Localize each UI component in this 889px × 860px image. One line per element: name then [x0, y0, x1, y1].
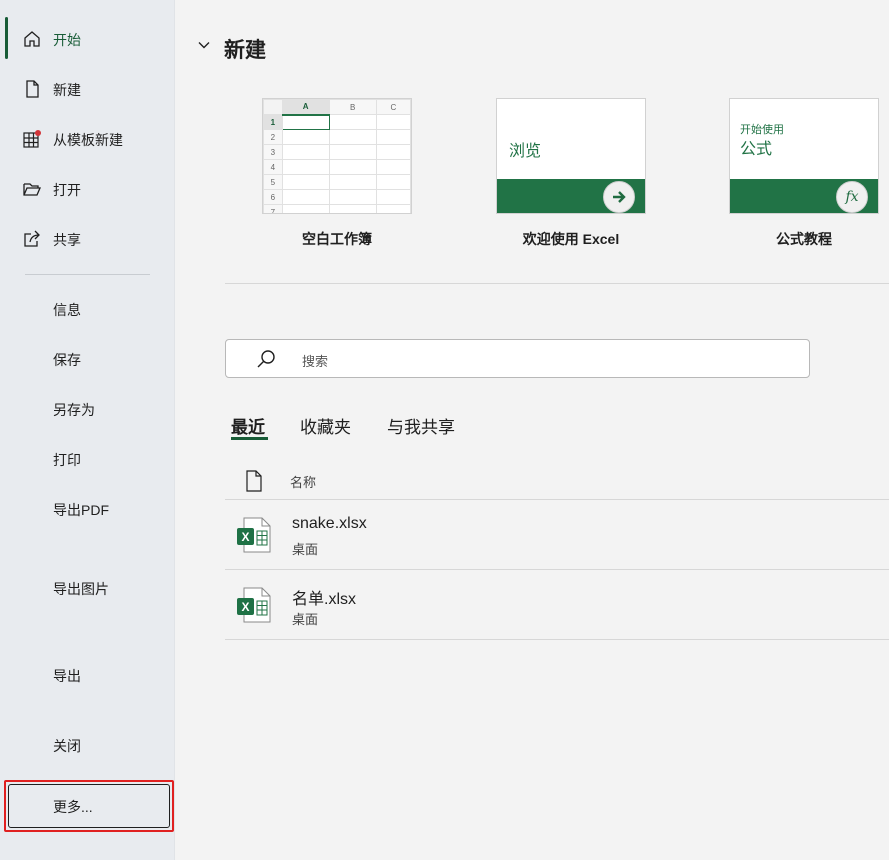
search-input[interactable]: 搜索	[225, 339, 810, 378]
share-icon	[24, 230, 40, 247]
arrow-right-icon	[603, 181, 635, 213]
sidebar-item-label: 更多...	[53, 799, 93, 815]
grid-preview: A B C 1 2 3 4 5 6 7	[263, 99, 411, 213]
sidebar-item-export[interactable]: 导出	[6, 653, 174, 695]
sidebar-item-more[interactable]: 更多...	[4, 780, 174, 832]
home-icon	[24, 31, 40, 47]
sidebar-item-label: 保存	[53, 352, 81, 368]
sidebar-item-export-image[interactable]: 导出图片	[6, 566, 174, 608]
fx-badge-text: fx	[845, 189, 859, 205]
row-header: 3	[263, 144, 283, 160]
backstage-sidebar: 开始 新建 从模板新建 打开 共享 信息 保存 另存为 打印 导出PDF 导出图…	[0, 0, 175, 860]
sidebar-item-info[interactable]: 信息	[6, 287, 174, 329]
sidebar-item-export-pdf[interactable]: 导出PDF	[6, 487, 174, 529]
thumbnail-text: 公式	[740, 141, 773, 158]
tab-recent[interactable]: 最近	[231, 413, 265, 438]
row-header: 5	[263, 174, 283, 190]
file-location: 桌面	[292, 542, 319, 557]
section-divider	[225, 283, 889, 284]
column-header: A	[281, 99, 330, 116]
sidebar-item-label: 从模板新建	[53, 132, 123, 148]
folder-open-icon	[23, 183, 41, 196]
sidebar-item-open[interactable]: 打开	[6, 167, 174, 209]
sidebar-item-label: 新建	[53, 82, 81, 98]
sidebar-item-label: 打开	[53, 182, 81, 198]
row-header: 6	[263, 189, 283, 205]
sidebar-item-print[interactable]: 打印	[6, 437, 174, 479]
file-icon	[246, 470, 262, 492]
sidebar-item-label: 另存为	[53, 402, 95, 418]
sidebar-item-save-as[interactable]: 另存为	[6, 387, 174, 429]
template-name: 欢迎使用 Excel	[522, 231, 620, 247]
new-document-icon	[26, 80, 39, 98]
backstage-main: 新建 A B C 1 2 3 4 5 6 7 空白工作簿 浏览 欢迎使用 Exc…	[175, 0, 889, 860]
template-name: 空白工作簿	[302, 231, 372, 247]
template-blank-workbook[interactable]: A B C 1 2 3 4 5 6 7 空白工作簿	[262, 98, 414, 247]
row-header: 7	[263, 204, 283, 213]
template-formula-tutorial[interactable]: 开始使用 公式 fx 公式教程	[729, 98, 881, 247]
column-header: B	[328, 99, 377, 115]
svg-text:X: X	[241, 600, 249, 614]
sidebar-item-save[interactable]: 保存	[6, 337, 174, 379]
svg-text:X: X	[241, 530, 249, 544]
row-header: 1	[263, 114, 283, 130]
file-list-header: 名称	[225, 463, 889, 500]
row-header: 2	[263, 129, 283, 145]
template-name: 公式教程	[776, 231, 832, 247]
sidebar-item-label: 打印	[53, 452, 81, 468]
sidebar-item-label: 导出	[53, 668, 81, 684]
sidebar-item-label: 导出图片	[53, 581, 109, 597]
row-header: 4	[263, 159, 283, 175]
excel-file-icon: X	[237, 587, 271, 623]
sidebar-divider	[25, 274, 150, 275]
sidebar-item-label: 信息	[53, 302, 81, 318]
sidebar-item-home[interactable]: 开始	[6, 17, 174, 59]
sidebar-item-label: 开始	[53, 32, 81, 48]
sidebar-item-new-from-template[interactable]: 从模板新建	[6, 117, 174, 159]
file-location: 桌面	[292, 612, 319, 627]
fx-icon: fx	[836, 181, 868, 213]
sidebar-item-label: 共享	[53, 232, 81, 248]
template-thumbnail: 开始使用 公式 fx	[729, 98, 879, 214]
sidebar-item-label: 关闭	[53, 738, 81, 754]
sidebar-item-share[interactable]: 共享	[6, 217, 174, 259]
tab-shared-with-me[interactable]: 与我共享	[387, 413, 455, 438]
chevron-down-icon[interactable]	[197, 38, 211, 52]
thumbnail-text: 浏览	[509, 143, 542, 160]
column-name-header[interactable]: 名称	[290, 472, 316, 491]
template-welcome-excel[interactable]: 浏览 欢迎使用 Excel	[496, 98, 648, 247]
sidebar-item-label: 导出PDF	[53, 502, 109, 518]
file-row[interactable]: X snake.xlsx 桌面	[225, 500, 889, 570]
sidebar-item-new[interactable]: 新建	[6, 67, 174, 109]
template-thumbnail: 浏览	[496, 98, 646, 214]
file-row[interactable]: X 名单.xlsx 桌面	[225, 570, 889, 640]
section-title: 新建	[224, 39, 266, 62]
sidebar-item-close[interactable]: 关闭	[6, 723, 174, 765]
active-tab-underline	[231, 437, 268, 440]
search-icon	[257, 350, 275, 368]
search-placeholder: 搜索	[302, 354, 329, 369]
template-icon	[23, 130, 41, 148]
file-name: 名单.xlsx	[292, 591, 357, 608]
tab-favorites[interactable]: 收藏夹	[300, 413, 351, 438]
template-thumbnail: A B C 1 2 3 4 5 6 7	[262, 98, 412, 214]
selected-cell	[281, 114, 330, 130]
excel-file-icon: X	[237, 517, 271, 553]
column-header: C	[375, 99, 411, 115]
file-name: snake.xlsx	[292, 515, 367, 532]
